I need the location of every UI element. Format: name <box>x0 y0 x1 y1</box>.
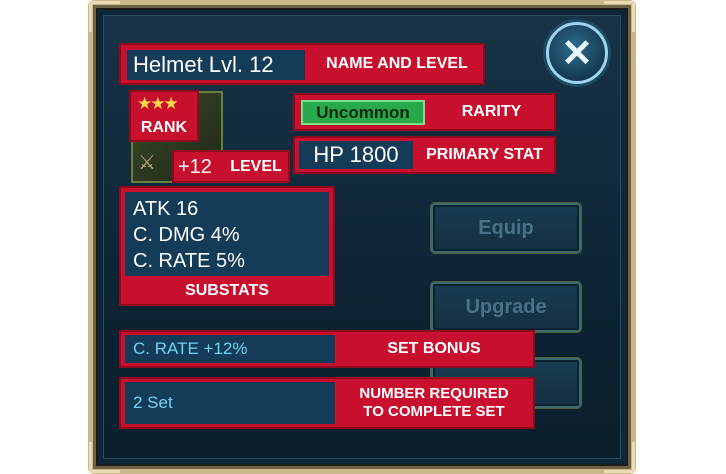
frame-corner <box>604 1 635 32</box>
upgrade-button[interactable]: Upgrade <box>431 282 581 332</box>
set-count-label-line: NUMBER REQUIRED <box>359 385 509 402</box>
substat-line: C. RATE 5% <box>133 250 245 272</box>
rarity-label: RARITY <box>461 103 522 120</box>
rarity-annotation: Uncommon RARITY <box>293 93 556 131</box>
level-label: LEVEL <box>230 157 282 175</box>
rarity-badge: Uncommon <box>301 100 425 125</box>
set-bonus-value: C. RATE +12% <box>125 335 335 363</box>
substats-label: SUBSTATS <box>185 282 269 299</box>
set-count-label: NUMBER REQUIRED TO COMPLETE SET <box>335 379 533 427</box>
substats-list: ATK 16 C. DMG 4% C. RATE 5% <box>125 192 329 276</box>
name-level-label: NAME AND LEVEL <box>326 55 468 72</box>
substat-line: C. DMG 4% <box>133 224 240 246</box>
primary-stat-label: PRIMARY STAT <box>426 146 543 163</box>
close-icon: ✕ <box>561 32 593 75</box>
rank-label: RANK <box>140 119 188 136</box>
item-name: Helmet Lvl. 12 <box>127 50 305 80</box>
substats-annotation: ATK 16 C. DMG 4% C. RATE 5% SUBSTATS <box>119 186 335 306</box>
rank-stars-icon: ★★★ <box>137 94 179 113</box>
frame-corner <box>89 1 120 32</box>
primary-stat-annotation: HP 1800 PRIMARY STAT <box>293 136 556 174</box>
item-level: +12 <box>178 155 212 178</box>
primary-stat-value: HP 1800 <box>299 141 413 169</box>
name-level-annotation: Helmet Lvl. 12 NAME AND LEVEL <box>119 43 485 85</box>
substat-line: ATK 16 <box>133 198 199 220</box>
set-count-value: 2 Set <box>125 382 335 424</box>
frame-corner <box>89 442 120 473</box>
set-count-label-line: TO COMPLETE SET <box>363 403 505 420</box>
level-annotation: +12 LEVEL <box>172 150 290 183</box>
set-count-annotation: 2 Set NUMBER REQUIRED TO COMPLETE SET <box>119 377 535 429</box>
set-bonus-annotation: C. RATE +12% SET BONUS <box>119 330 535 368</box>
equip-button[interactable]: Equip <box>431 203 581 253</box>
sword-icon: ⚔ <box>138 152 156 174</box>
rank-annotation: ★★★ RANK <box>129 90 199 142</box>
frame-corner <box>604 442 635 473</box>
set-bonus-label: SET BONUS <box>387 340 481 357</box>
close-button[interactable]: ✕ <box>546 22 608 84</box>
